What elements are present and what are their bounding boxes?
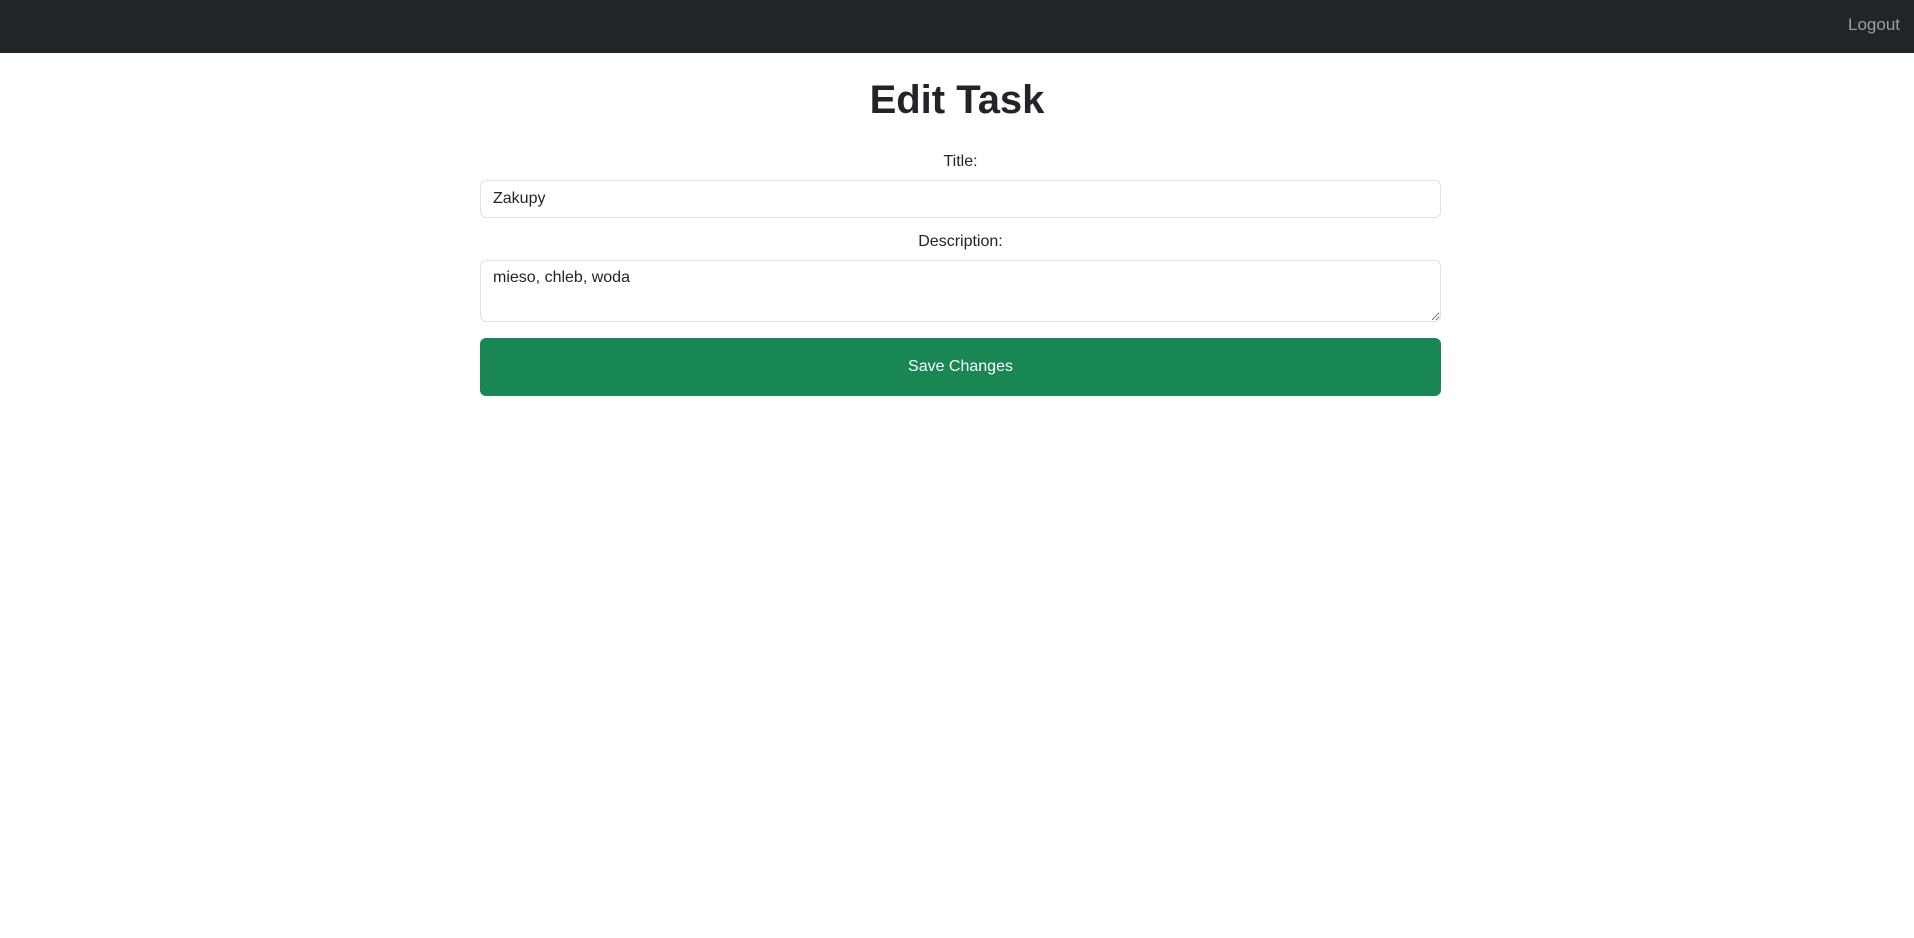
edit-task-form: Title: Description: mieso, chleb, woda S…: [480, 150, 1441, 396]
description-label: Description:: [918, 233, 1003, 250]
title-label: Title:: [943, 153, 978, 170]
save-changes-button[interactable]: Save Changes: [480, 338, 1441, 396]
title-input[interactable]: [480, 180, 1441, 218]
description-textarea[interactable]: mieso, chleb, woda: [480, 260, 1441, 322]
page-title: Edit Task: [869, 78, 1045, 122]
top-navbar: Logout: [0, 0, 1914, 53]
logout-link[interactable]: Logout: [1848, 15, 1900, 35]
